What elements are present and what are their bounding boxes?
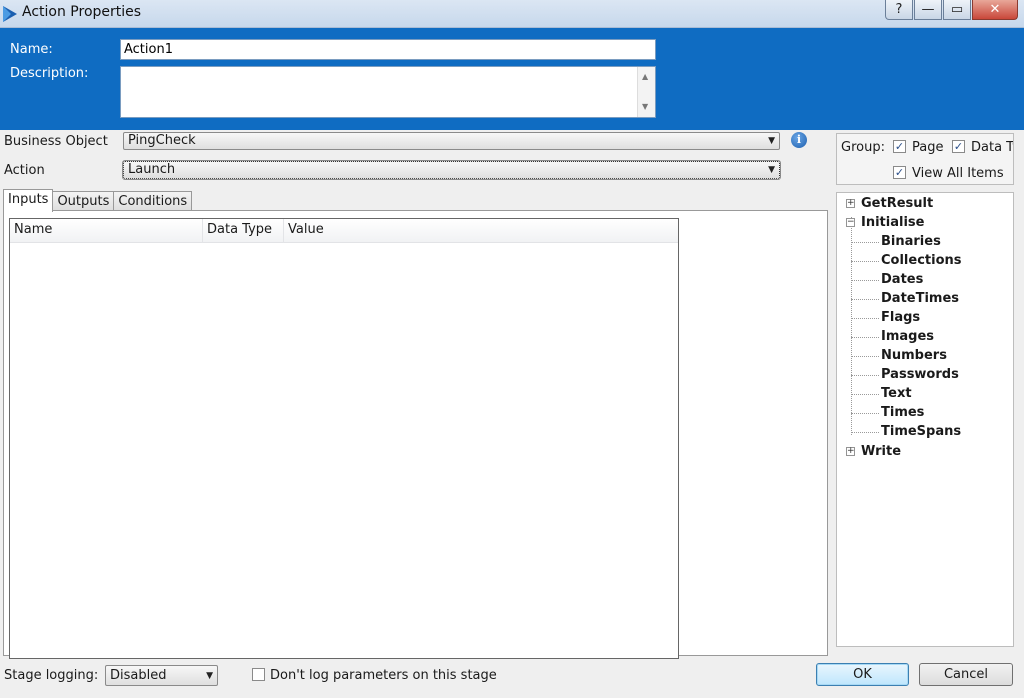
tree-node-dates[interactable]: Dates: [881, 272, 923, 287]
minimize-icon: —: [921, 2, 935, 17]
dont-log-parameters-label: Don't log parameters on this stage: [270, 668, 497, 683]
tree-node-text[interactable]: Text: [881, 386, 912, 401]
tree-guide-line: [851, 375, 879, 376]
group-datatype-label: Data Ty: [971, 140, 1013, 155]
tree-node-collections[interactable]: Collections: [881, 253, 962, 268]
column-header-data-type[interactable]: Data Type: [203, 219, 284, 243]
scroll-down-icon[interactable]: ▼: [642, 102, 648, 111]
tab-conditions[interactable]: Conditions: [113, 191, 193, 212]
inputs-panel: Name Data Type Value: [3, 210, 828, 659]
tab-strip: Inputs Outputs Conditions: [3, 189, 193, 212]
action-label: Action: [4, 163, 45, 178]
maximize-icon: ▭: [950, 2, 964, 17]
cancel-button[interactable]: Cancel: [919, 663, 1013, 686]
chevron-down-icon: ▼: [768, 165, 775, 175]
tree-guide-line: [851, 299, 879, 300]
name-input[interactable]: [120, 39, 656, 60]
tree-guide-line: [851, 217, 852, 435]
view-all-items-label: View All Items: [912, 166, 1004, 181]
inputs-grid[interactable]: Name Data Type Value: [9, 218, 679, 659]
expand-write-icon[interactable]: +: [846, 447, 855, 456]
title-bar: Action Properties ? — ▭ ✕: [0, 0, 1024, 28]
window-controls: ? — ▭ ✕: [885, 0, 1018, 20]
window-title: Action Properties: [22, 4, 142, 20]
tree-node-times[interactable]: Times: [881, 405, 924, 420]
chevron-down-icon: ▼: [206, 671, 213, 681]
tree-guide-line: [851, 318, 879, 319]
scroll-up-icon[interactable]: ▲: [642, 72, 648, 81]
expand-getresult-icon[interactable]: +: [846, 199, 855, 208]
tab-inputs[interactable]: Inputs: [3, 189, 54, 212]
help-button[interactable]: ?: [885, 0, 913, 20]
tree-node-write[interactable]: Write: [861, 444, 901, 459]
tree-node-flags[interactable]: Flags: [881, 310, 920, 325]
close-button[interactable]: ✕: [972, 0, 1018, 20]
tree-guide-line: [851, 280, 879, 281]
view-all-items-checkbox[interactable]: ✓: [893, 166, 906, 179]
checkmark-icon: ✓: [894, 140, 905, 153]
stage-logging-label: Stage logging:: [4, 668, 99, 683]
header-panel: Name: Description: ▲ ▼: [0, 28, 1024, 130]
column-header-name[interactable]: Name: [10, 219, 203, 243]
description-label: Description:: [10, 66, 89, 81]
tab-outputs[interactable]: Outputs: [52, 191, 115, 212]
tree-node-initialise[interactable]: Initialise: [861, 215, 924, 230]
group-label: Group:: [841, 140, 885, 155]
tree-node-binaries[interactable]: Binaries: [881, 234, 941, 249]
tree-guide-line: [851, 337, 879, 338]
group-page-label: Page: [912, 140, 944, 155]
grid-header: Name Data Type Value: [10, 219, 678, 243]
app-logo-icon: [3, 6, 17, 22]
group-options: Group: ✓ Page ✓ Data Ty ✓ View All Items: [836, 133, 1014, 185]
tree-guide-line: [851, 242, 879, 243]
tree-guide-line: [851, 356, 879, 357]
tree-node-images[interactable]: Images: [881, 329, 934, 344]
collapse-initialise-icon[interactable]: −: [846, 218, 855, 227]
maximize-button[interactable]: ▭: [943, 0, 971, 20]
tree-guide-line: [851, 261, 879, 262]
dont-log-parameters-checkbox[interactable]: [252, 668, 265, 681]
column-header-value[interactable]: Value: [284, 219, 678, 243]
stage-logging-select[interactable]: Disabled ▼: [105, 665, 218, 686]
help-icon: ?: [895, 2, 903, 17]
business-object-select[interactable]: PingCheck ▼: [123, 132, 780, 150]
tree-node-passwords[interactable]: Passwords: [881, 367, 959, 382]
tree-node-numbers[interactable]: Numbers: [881, 348, 947, 363]
name-label: Name:: [10, 42, 53, 57]
description-scrollbar[interactable]: ▲ ▼: [637, 67, 655, 117]
tree-guide-line: [851, 394, 879, 395]
tree-node-datetimes[interactable]: DateTimes: [881, 291, 959, 306]
description-textarea[interactable]: ▲ ▼: [120, 66, 656, 118]
tree-guide-line: [851, 413, 879, 414]
tree-node-timespans[interactable]: TimeSpans: [881, 424, 961, 439]
action-select[interactable]: Launch ▼: [122, 160, 781, 180]
chevron-down-icon: ▼: [768, 136, 775, 146]
business-object-label: Business Object: [4, 134, 108, 149]
tree-guide-line: [851, 432, 879, 433]
checkmark-icon: ✓: [894, 166, 905, 179]
business-object-value: PingCheck: [128, 133, 196, 148]
checkmark-icon: ✓: [953, 140, 964, 153]
tree-node-getresult[interactable]: GetResult: [861, 196, 933, 211]
close-icon: ✕: [989, 2, 1001, 17]
stage-logging-value: Disabled: [110, 668, 167, 683]
data-items-tree[interactable]: + GetResult − Initialise Binaries Collec…: [836, 192, 1014, 647]
info-icon[interactable]: i: [791, 132, 807, 148]
ok-button[interactable]: OK: [816, 663, 909, 686]
minimize-button[interactable]: —: [914, 0, 942, 20]
action-value: Launch: [128, 162, 176, 177]
group-page-checkbox[interactable]: ✓: [893, 140, 906, 153]
group-datatype-checkbox[interactable]: ✓: [952, 140, 965, 153]
